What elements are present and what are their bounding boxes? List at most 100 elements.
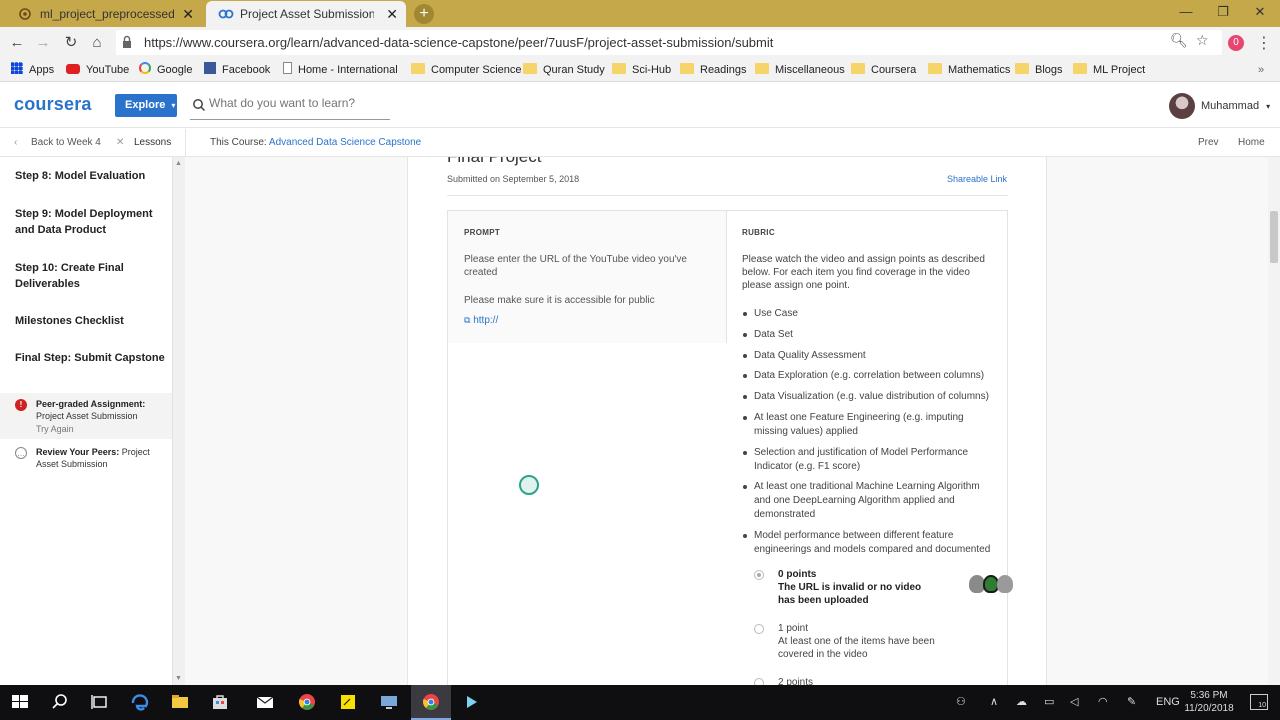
sidebar-item-peer-graded-assignment[interactable]: ! Peer-graded Assignment: Project Asset …: [0, 393, 172, 439]
search-input[interactable]: [209, 96, 389, 110]
user-menu[interactable]: Muhammad ▾: [1201, 100, 1270, 112]
course-label: This Course: Advanced Data Science Capst…: [210, 137, 422, 148]
task-view-icon[interactable]: [80, 685, 120, 720]
bookmark-quran-study[interactable]: Quran Study: [523, 58, 605, 82]
remote-desktop-icon[interactable]: [369, 685, 409, 720]
bookmark-apps[interactable]: Apps: [11, 58, 54, 82]
people-icon[interactable]: ⚇: [956, 685, 966, 720]
site-header: coursera Explore ▾: [0, 83, 1280, 128]
home-link[interactable]: Home: [1238, 129, 1265, 157]
lessons-toggle[interactable]: Lessons: [134, 129, 171, 157]
browser-tab-coursera[interactable]: Project Asset Submission | Cours ✕: [206, 1, 406, 27]
close-tab-icon[interactable]: ✕: [182, 1, 194, 27]
pen-icon[interactable]: ✎: [1127, 685, 1136, 720]
lessons-sidebar: Step 8: Model Evaluation Step 9: Model D…: [0, 157, 172, 685]
reload-icon[interactable]: ↻: [60, 32, 82, 54]
video-editor-icon[interactable]: [452, 685, 492, 720]
avatar[interactable]: [1169, 93, 1195, 119]
chevron-left-icon: ‹: [14, 137, 18, 148]
url-text: https://www.coursera.org/learn/advanced-…: [144, 35, 774, 50]
shareable-link[interactable]: Shareable Link: [947, 174, 1007, 184]
chevron-up-icon[interactable]: ∧: [990, 685, 998, 720]
browser-tab-jupyter[interactable]: ml_project_preprocessed_data - ✕: [6, 1, 202, 27]
bookmark-readings[interactable]: Readings: [680, 58, 746, 82]
chrome-icon[interactable]: [287, 685, 327, 720]
sidebar-item-step-8[interactable]: Step 8: Model Evaluation: [15, 168, 165, 184]
address-bar[interactable]: https://www.coursera.org/learn/advanced-…: [116, 30, 1222, 55]
divider: [447, 195, 1008, 196]
radio-button[interactable]: [754, 570, 764, 580]
browser-toolbar: ← → ↻ ⌂ https://www.coursera.org/learn/a…: [0, 27, 1280, 58]
volume-icon[interactable]: ◁: [1070, 685, 1078, 720]
file-explorer-icon[interactable]: [160, 685, 200, 720]
browser-tab-strip: ml_project_preprocessed_data - ✕ Project…: [0, 0, 1280, 27]
close-window-button[interactable]: ✕: [1240, 0, 1280, 27]
bookmark-facebook[interactable]: Facebook: [204, 58, 270, 82]
bookmark-google[interactable]: Google: [139, 58, 192, 82]
rubric-option-2[interactable]: 2 points: [754, 676, 989, 685]
sticky-notes-icon[interactable]: [328, 685, 368, 720]
bookmark-coursera[interactable]: Coursera: [851, 58, 916, 82]
store-icon[interactable]: [200, 685, 240, 720]
bookmark-mathematics[interactable]: Mathematics: [928, 58, 1010, 82]
radio-button[interactable]: [754, 624, 764, 634]
battery-icon[interactable]: ▭: [1044, 685, 1054, 720]
bookmark-computer-science[interactable]: Computer Science: [411, 58, 522, 82]
forward-arrow-icon[interactable]: →: [32, 32, 54, 54]
edge-icon[interactable]: [120, 685, 160, 720]
bookmark-home-international[interactable]: Home - International: [283, 58, 398, 82]
back-to-week-link[interactable]: Back to Week 4: [31, 129, 101, 157]
close-icon[interactable]: ✕: [116, 129, 124, 157]
submission-url-link[interactable]: ⧉ http://: [464, 315, 498, 326]
windows-start-icon[interactable]: [0, 685, 40, 720]
rubric-item: Data Exploration (e.g. correlation betwe…: [742, 369, 997, 383]
bookmark-sci-hub[interactable]: Sci-Hub: [612, 58, 671, 82]
restore-window-button[interactable]: ❐: [1203, 0, 1243, 27]
scroll-up-icon[interactable]: ▲: [175, 160, 182, 167]
lock-icon: [123, 35, 131, 48]
rubric-option-0[interactable]: 0 points The URL is invalid or no video …: [754, 568, 1013, 608]
browser-menu-icon[interactable]: ⋮: [1256, 33, 1272, 53]
close-tab-icon[interactable]: ✕: [386, 1, 398, 27]
search-icon[interactable]: [40, 685, 80, 720]
main-scrollbar[interactable]: [1268, 157, 1280, 685]
onedrive-icon[interactable]: ☁: [1016, 685, 1027, 720]
new-tab-button[interactable]: +: [414, 4, 434, 24]
sidebar-item-step-9[interactable]: Step 9: Model Deployment and Data Produc…: [15, 206, 165, 238]
chrome-active-icon[interactable]: [411, 685, 451, 720]
language-indicator[interactable]: ENG: [1156, 685, 1180, 720]
sidebar-item-review-peers[interactable]: … Review Your Peers: Project Asset Submi…: [0, 441, 172, 473]
scroll-down-icon[interactable]: ▼: [175, 675, 182, 682]
prev-link[interactable]: Prev: [1198, 129, 1219, 157]
wifi-icon[interactable]: ◠: [1098, 685, 1108, 720]
bookmark-miscellaneous[interactable]: Miscellaneous: [755, 58, 845, 82]
home-icon[interactable]: ⌂: [86, 32, 108, 54]
rubric-panel: RUBRIC Please watch the video and assign…: [727, 211, 1013, 685]
minimize-window-button[interactable]: —: [1166, 0, 1206, 27]
notification-center-icon[interactable]: 10: [1250, 694, 1268, 710]
mail-icon[interactable]: [245, 685, 285, 720]
scroll-thumb[interactable]: [1270, 211, 1278, 263]
more-bookmarks-icon[interactable]: »: [1258, 58, 1264, 82]
course-name-link[interactable]: Advanced Data Science Capstone: [269, 137, 421, 148]
zoom-icon[interactable]: 🔍︎: [1170, 32, 1188, 49]
sidebar-item-final-step[interactable]: Final Step: Submit Capstone: [15, 350, 165, 366]
chevron-down-icon: ▾: [171, 101, 176, 110]
bookmark-youtube[interactable]: YouTube: [66, 58, 129, 82]
bookmark-ml-project[interactable]: ML Project: [1073, 58, 1145, 82]
rubric-option-1[interactable]: 1 point At least one of the items have b…: [754, 622, 989, 662]
sidebar-scrollbar[interactable]: ▲ ▼: [172, 157, 185, 685]
explore-button[interactable]: Explore ▾: [115, 94, 177, 117]
extension-badge[interactable]: 0: [1228, 35, 1244, 51]
sidebar-item-step-10[interactable]: Step 10: Create Final Deliverables: [15, 260, 165, 292]
system-clock[interactable]: 5:36 PM 11/20/2018: [1180, 689, 1238, 715]
jupyter-icon: [18, 7, 32, 21]
rubric-intro: Please watch the video and assign points…: [742, 254, 985, 291]
submitted-date: Submitted on September 5, 2018: [447, 174, 580, 184]
back-arrow-icon[interactable]: ←: [6, 32, 28, 54]
coursera-logo[interactable]: coursera: [14, 94, 92, 115]
sidebar-item-milestones[interactable]: Milestones Checklist: [15, 313, 165, 329]
bookmark-blogs[interactable]: Blogs: [1015, 58, 1063, 82]
bookmark-star-icon[interactable]: ☆: [1196, 32, 1209, 49]
radio-button[interactable]: [754, 678, 764, 685]
